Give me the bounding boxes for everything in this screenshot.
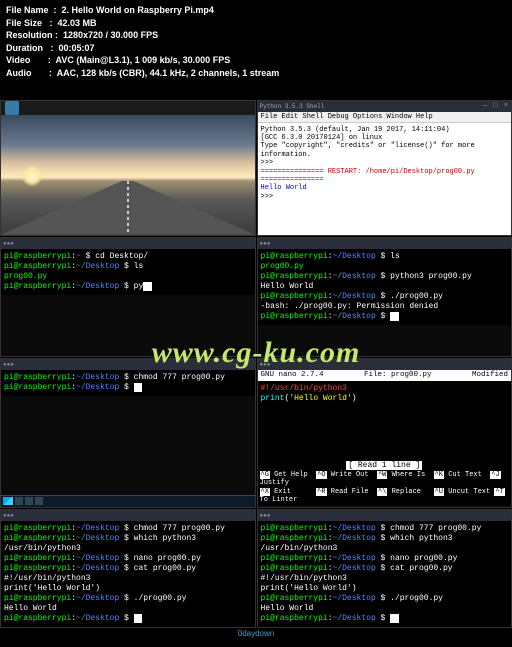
screenshot-grid: www.cg-ku.com Python 3.5.3 Shell — □ × F…	[0, 100, 512, 628]
nano-status: [ Read 1 line ]	[258, 461, 512, 471]
tile-terminal-chmod: ●●● pi@raspberrypi:~/Desktop $ chmod 777…	[0, 358, 256, 508]
tile-terminal-full-left: ●●● pi@raspberrypi:~/Desktop $ chmod 777…	[0, 509, 256, 628]
nano-shortcuts: ^G Get Help ^O Write Out ^W Where Is ^K …	[258, 471, 512, 505]
terminal-body[interactable]: pi@raspberrypi:~/Desktop $ chmod 777 pro…	[1, 521, 255, 627]
desktop-panel	[1, 101, 255, 115]
taskbar-item[interactable]	[25, 497, 33, 505]
idle-titlebar: Python 3.5.3 Shell — □ ×	[258, 101, 512, 112]
cursor-icon	[390, 614, 399, 623]
tile-terminal-full-right: ●●● pi@raspberrypi:~/Desktop $ chmod 777…	[257, 509, 512, 628]
cursor-icon	[134, 383, 143, 392]
trash-icon	[5, 101, 19, 115]
terminal-body[interactable]: pi@raspberrypi:~/Desktop $ chmod 777 pro…	[258, 521, 512, 627]
nano-header: GNU nano 2.7.4 File: prog00.py Modified	[258, 370, 512, 381]
terminal-titlebar: ●●●	[258, 359, 512, 370]
nano-body[interactable]: GNU nano 2.7.4 File: prog00.py Modified …	[258, 370, 512, 505]
tile-terminal-cd: ●●● pi@raspberrypi:~ $ cd Desktop/ pi@ra…	[0, 237, 256, 357]
idle-output[interactable]: Python 3.5.3 (default, Jan 19 2017, 14:1…	[258, 123, 512, 235]
taskbar[interactable]	[1, 495, 255, 507]
terminal-titlebar: ●●●	[1, 510, 255, 521]
start-icon[interactable]	[3, 497, 13, 505]
tile-desktop-wallpaper	[0, 100, 256, 236]
taskbar-item[interactable]	[35, 497, 43, 505]
cursor-icon	[134, 614, 143, 623]
window-controls-icon[interactable]: — □ ×	[483, 102, 509, 110]
cursor-icon	[390, 312, 399, 321]
terminal-titlebar: ●●●	[258, 238, 512, 249]
terminal-body[interactable]: pi@raspberrypi:~/Desktop $ ls prog00.py …	[258, 249, 512, 325]
terminal-body[interactable]: pi@raspberrypi:~/Desktop $ chmod 777 pro…	[1, 370, 255, 396]
tile-terminal-run: ●●● pi@raspberrypi:~/Desktop $ ls prog00…	[257, 237, 512, 357]
taskbar-item[interactable]	[15, 497, 23, 505]
idle-menubar[interactable]: File Edit Shell Debug Options Window Hel…	[258, 112, 512, 123]
tile-idle-shell: Python 3.5.3 Shell — □ × File Edit Shell…	[257, 100, 512, 236]
terminal-titlebar: ●●●	[1, 238, 255, 249]
tile-nano-editor: ●●● GNU nano 2.7.4 File: prog00.py Modif…	[257, 358, 512, 508]
terminal-body[interactable]: pi@raspberrypi:~ $ cd Desktop/ pi@raspbe…	[1, 249, 255, 295]
terminal-titlebar: ●●●	[1, 359, 255, 370]
cursor-icon	[143, 282, 152, 291]
road-sunset-wallpaper	[1, 115, 255, 235]
footer-credit: 0daydown	[0, 628, 512, 639]
terminal-titlebar: ●●●	[258, 510, 512, 521]
file-metadata: File Name : 2. Hello World on Raspberry …	[0, 0, 512, 100]
